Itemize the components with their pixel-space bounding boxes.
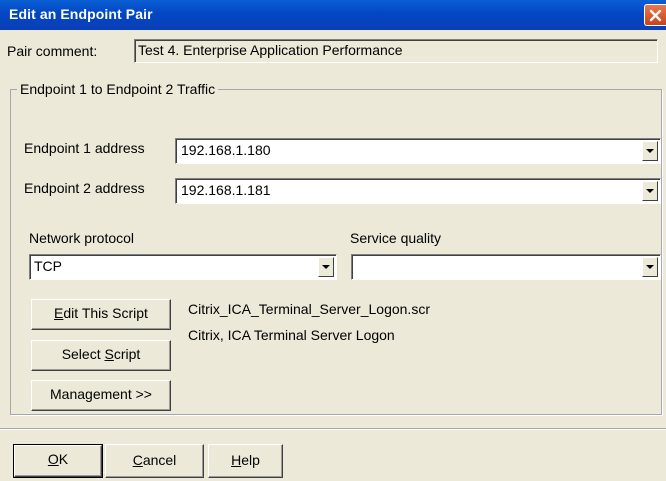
select-script-label: cript <box>113 346 141 362</box>
footer-separator <box>0 428 666 430</box>
select-script-prefix: Select <box>61 346 105 362</box>
ok-button[interactable]: OK <box>13 444 103 478</box>
window-title: Edit an Endpoint Pair <box>9 6 153 22</box>
ok-mnemonic: O <box>47 451 59 467</box>
edit-script-button[interactable]: Edit This Script <box>31 299 171 330</box>
network-protocol-value: TCP <box>34 258 62 274</box>
cancel-button[interactable]: Cancel <box>105 444 204 478</box>
pair-comment-field: Test 4. Enterprise Application Performan… <box>134 39 658 63</box>
endpoint1-combobox[interactable]: 192.168.1.180 <box>175 138 661 164</box>
close-button[interactable] <box>644 4 666 26</box>
network-protocol-select[interactable]: TCP <box>29 254 337 280</box>
title-bar[interactable]: Edit an Endpoint Pair <box>0 0 666 30</box>
chevron-down-icon[interactable] <box>318 257 334 277</box>
edit-script-label: dit This Script <box>63 305 148 321</box>
edit-script-mnemonic: E <box>54 305 64 321</box>
chevron-down-icon[interactable] <box>642 257 658 277</box>
edit-endpoint-pair-dialog: Edit an Endpoint Pair Pair comment: Test… <box>0 0 666 481</box>
traffic-group-title: Endpoint 1 to Endpoint 2 Traffic <box>17 81 219 97</box>
chevron-down-icon[interactable] <box>642 181 658 201</box>
network-protocol-label: Network protocol <box>29 230 135 246</box>
cancel-label: ancel <box>142 452 177 468</box>
select-script-button[interactable]: Select Script <box>31 340 171 371</box>
cancel-mnemonic: C <box>132 452 143 468</box>
endpoint2-combobox[interactable]: 192.168.1.181 <box>175 178 661 204</box>
script-file-name: Citrix_ICA_Terminal_Server_Logon.scr <box>188 301 430 317</box>
endpoint1-label: Endpoint 1 address <box>24 140 145 156</box>
help-label: elp <box>241 452 260 468</box>
chevron-down-icon[interactable] <box>642 141 658 161</box>
endpoint2-label: Endpoint 2 address <box>24 180 145 196</box>
close-icon <box>649 9 662 22</box>
service-quality-label: Service quality <box>350 230 442 246</box>
service-quality-select[interactable] <box>351 254 661 280</box>
endpoint2-value[interactable]: 192.168.1.181 <box>181 182 271 198</box>
management-label: Management >> <box>50 386 152 402</box>
select-script-mnemonic: S <box>104 346 114 362</box>
help-button[interactable]: Help <box>208 444 283 478</box>
pair-comment-value: Test 4. Enterprise Application Performan… <box>138 42 403 58</box>
help-mnemonic: H <box>231 452 242 468</box>
management-button[interactable]: Management >> <box>31 380 171 411</box>
pair-comment-label: Pair comment: <box>7 43 98 59</box>
script-description: Citrix, ICA Terminal Server Logon <box>188 327 395 343</box>
endpoint1-value[interactable]: 192.168.1.180 <box>181 142 271 158</box>
ok-label: K <box>58 451 69 467</box>
